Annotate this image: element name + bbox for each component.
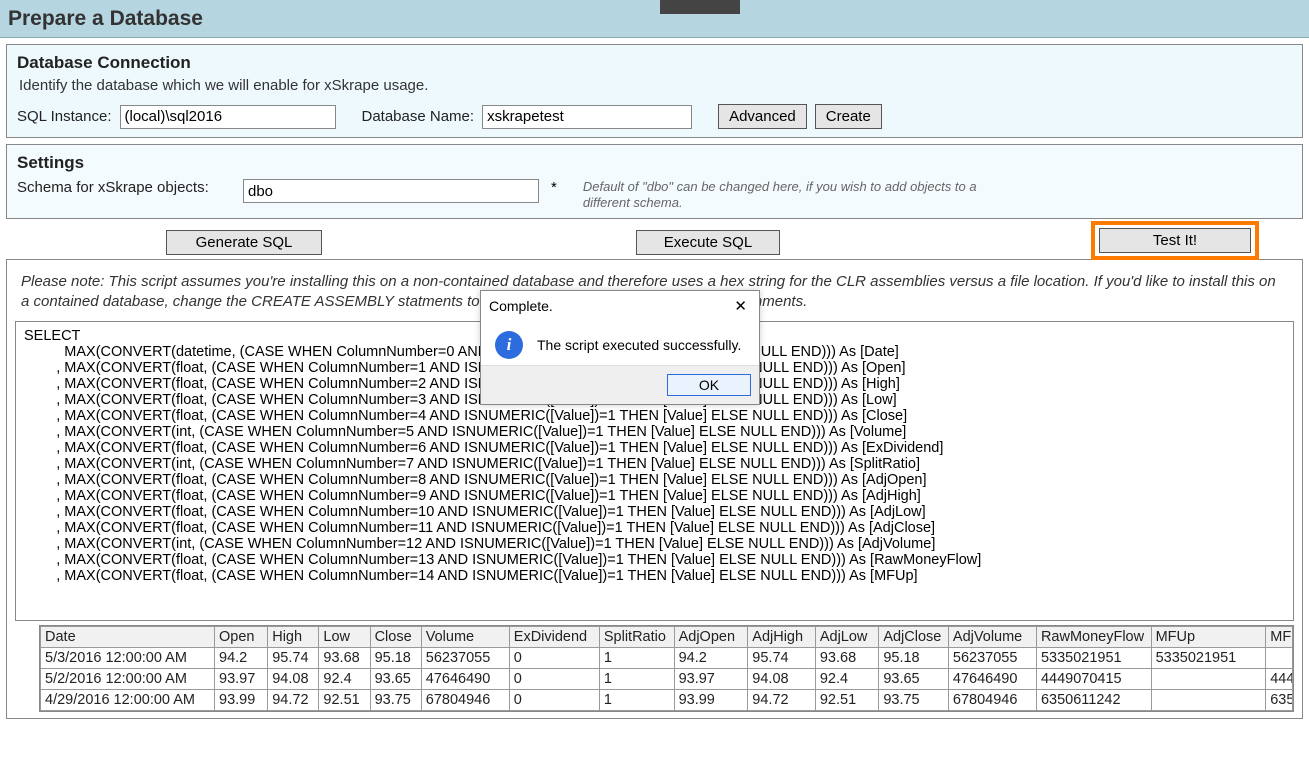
grid-cell[interactable]: 92.4	[319, 669, 370, 690]
schema-input[interactable]	[243, 179, 539, 203]
grid-cell[interactable]: 1	[599, 669, 674, 690]
db-name-input[interactable]	[482, 105, 692, 129]
advanced-button[interactable]: Advanced	[718, 104, 807, 129]
grid-header[interactable]: Low	[319, 627, 370, 648]
grid-header[interactable]: High	[268, 627, 319, 648]
action-button-row: Generate SQL Execute SQL Test It!	[6, 225, 1303, 259]
grid-cell[interactable]: 5/2/2016 12:00:00 AM	[41, 669, 215, 690]
grid-header[interactable]: AdjHigh	[748, 627, 816, 648]
table-row[interactable]: 5/3/2016 12:00:00 AM94.295.7493.6895.185…	[41, 648, 1293, 669]
grid-cell[interactable]: 93.68	[319, 648, 370, 669]
dialog-ok-button[interactable]: OK	[667, 374, 751, 396]
grid-header[interactable]: ExDividend	[509, 627, 599, 648]
grid-cell[interactable]: 92.4	[815, 669, 878, 690]
sql-instance-label: SQL Instance:	[17, 108, 112, 125]
connection-panel: Database Connection Identify the databas…	[6, 44, 1303, 138]
table-row[interactable]: 5/2/2016 12:00:00 AM93.9794.0892.493.654…	[41, 669, 1293, 690]
grid-header[interactable]: RawMoneyFlow	[1036, 627, 1151, 648]
connection-title: Database Connection	[17, 53, 1292, 73]
grid-cell[interactable]: 93.99	[215, 690, 268, 711]
page-title: Prepare a Database	[8, 7, 203, 31]
grid-cell[interactable]: 94.08	[748, 669, 816, 690]
grid-cell[interactable]: 4/29/2016 12:00:00 AM	[41, 690, 215, 711]
grid-cell[interactable]: 5/3/2016 12:00:00 AM	[41, 648, 215, 669]
grid-cell[interactable]: 94.2	[215, 648, 268, 669]
grid-cell[interactable]: 93.75	[879, 690, 949, 711]
execute-sql-button[interactable]: Execute SQL	[636, 230, 780, 255]
grid-cell[interactable]: 444	[1266, 669, 1293, 690]
grid-cell[interactable]: 93.68	[815, 648, 878, 669]
grid-cell[interactable]: 93.75	[370, 690, 421, 711]
schema-label: Schema for xSkrape objects:	[17, 179, 235, 196]
grid-cell[interactable]: 93.97	[215, 669, 268, 690]
asterisk-icon: *	[551, 179, 557, 196]
table-row[interactable]: 4/29/2016 12:00:00 AM93.9994.7292.5193.7…	[41, 690, 1293, 711]
grid-cell[interactable]: 95.74	[268, 648, 319, 669]
grid-cell[interactable]: 67804946	[421, 690, 509, 711]
test-it-button[interactable]: Test It!	[1099, 228, 1251, 253]
title-handle-icon	[660, 0, 740, 14]
grid-cell[interactable]: 94.72	[748, 690, 816, 711]
grid-header[interactable]: Close	[370, 627, 421, 648]
grid-cell[interactable]: 0	[509, 669, 599, 690]
grid-header[interactable]: MFUp	[1151, 627, 1266, 648]
grid-cell[interactable]: 93.65	[879, 669, 949, 690]
connection-desc: Identify the database which we will enab…	[19, 77, 1292, 94]
schema-hint: Default of "dbo" can be changed here, if…	[583, 179, 1023, 210]
settings-panel: Settings Schema for xSkrape objects: * D…	[6, 144, 1303, 219]
grid-cell[interactable]: 4449070415	[1036, 669, 1151, 690]
grid-cell[interactable]	[1151, 690, 1266, 711]
grid-cell[interactable]: 1	[599, 648, 674, 669]
page-title-bar: Prepare a Database	[0, 0, 1309, 38]
grid-cell[interactable]: 56237055	[421, 648, 509, 669]
grid-header[interactable]: SplitRatio	[599, 627, 674, 648]
grid-cell[interactable]	[1151, 669, 1266, 690]
info-icon: i	[495, 331, 523, 359]
db-name-label: Database Name:	[362, 108, 475, 125]
grid-cell[interactable]: 6350611242	[1036, 690, 1151, 711]
dialog-close-icon[interactable]: ✕	[730, 297, 751, 315]
grid-cell[interactable]: 94.2	[674, 648, 748, 669]
grid-header[interactable]: Date	[41, 627, 215, 648]
grid-cell[interactable]: 47646490	[421, 669, 509, 690]
grid-header[interactable]: Volume	[421, 627, 509, 648]
sql-instance-input[interactable]	[120, 105, 336, 129]
grid-cell[interactable]: 1	[599, 690, 674, 711]
grid-cell[interactable]	[1266, 648, 1293, 669]
grid-cell[interactable]: 94.72	[268, 690, 319, 711]
grid-cell[interactable]: 5335021951	[1036, 648, 1151, 669]
grid-cell[interactable]: 67804946	[948, 690, 1036, 711]
grid-cell[interactable]: 93.99	[674, 690, 748, 711]
grid-cell[interactable]: 93.97	[674, 669, 748, 690]
grid-header[interactable]: AdjOpen	[674, 627, 748, 648]
settings-title: Settings	[17, 153, 1292, 173]
grid-cell[interactable]: 95.74	[748, 648, 816, 669]
grid-header[interactable]: AdjLow	[815, 627, 878, 648]
grid-cell[interactable]: 94.08	[268, 669, 319, 690]
results-grid[interactable]: DateOpenHighLowCloseVolumeExDividendSpli…	[40, 626, 1293, 711]
grid-cell[interactable]: 5335021951	[1151, 648, 1266, 669]
results-grid-wrap: DateOpenHighLowCloseVolumeExDividendSpli…	[39, 625, 1294, 712]
grid-header[interactable]: Open	[215, 627, 268, 648]
grid-header[interactable]: AdjClose	[879, 627, 949, 648]
grid-cell[interactable]: 0	[509, 690, 599, 711]
grid-cell[interactable]: 95.18	[370, 648, 421, 669]
grid-cell[interactable]: 635	[1266, 690, 1293, 711]
generate-sql-button[interactable]: Generate SQL	[166, 230, 322, 255]
grid-cell[interactable]: 93.65	[370, 669, 421, 690]
testit-highlight: Test It!	[1091, 221, 1259, 260]
grid-cell[interactable]: 95.18	[879, 648, 949, 669]
grid-header[interactable]: MF	[1266, 627, 1293, 648]
complete-dialog: Complete. ✕ i The script executed succes…	[480, 290, 760, 405]
grid-cell[interactable]: 92.51	[815, 690, 878, 711]
grid-cell[interactable]: 0	[509, 648, 599, 669]
grid-cell[interactable]: 56237055	[948, 648, 1036, 669]
dialog-message: The script executed successfully.	[537, 337, 741, 353]
grid-cell[interactable]: 92.51	[319, 690, 370, 711]
create-button[interactable]: Create	[815, 104, 882, 129]
grid-header[interactable]: AdjVolume	[948, 627, 1036, 648]
dialog-title: Complete.	[489, 298, 553, 314]
grid-cell[interactable]: 47646490	[948, 669, 1036, 690]
